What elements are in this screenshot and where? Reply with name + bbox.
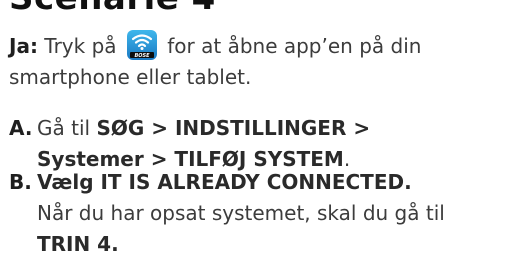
- step-b-choice: Vælg IT IS ALREADY CONNECTED.: [37, 170, 412, 194]
- step-b-letter: B.: [9, 170, 32, 194]
- step-a: A. Gå til SØG > INDSTILLINGER > Systemer…: [9, 113, 519, 175]
- step-a-plain: Gå til: [37, 116, 91, 140]
- step-b-target: TRIN 4.: [37, 232, 119, 256]
- section-heading: Scenarie 4: [9, 0, 216, 18]
- bose-logo-text: BOSE: [134, 53, 150, 59]
- step-b: B. Vælg IT IS ALREADY CONNECTED. Når du …: [9, 167, 519, 260]
- intro-paragraph: Ja: Tryk på BOSE for at åbne app’en på d…: [9, 30, 514, 93]
- intro-after-icon: for at åbne app’en på din: [167, 34, 422, 58]
- intro-line2: smartphone eller tablet.: [9, 65, 252, 89]
- step-a-path-1: SØG > INDSTILLINGER >: [96, 116, 371, 140]
- bose-app-icon: BOSE: [126, 30, 157, 60]
- intro-before-icon: Tryk på: [44, 34, 117, 58]
- step-b-instruction: Når du har opsat systemet, skal du gå ti…: [37, 201, 445, 225]
- intro-lead: Ja:: [9, 34, 38, 58]
- step-a-letter: A.: [9, 116, 33, 140]
